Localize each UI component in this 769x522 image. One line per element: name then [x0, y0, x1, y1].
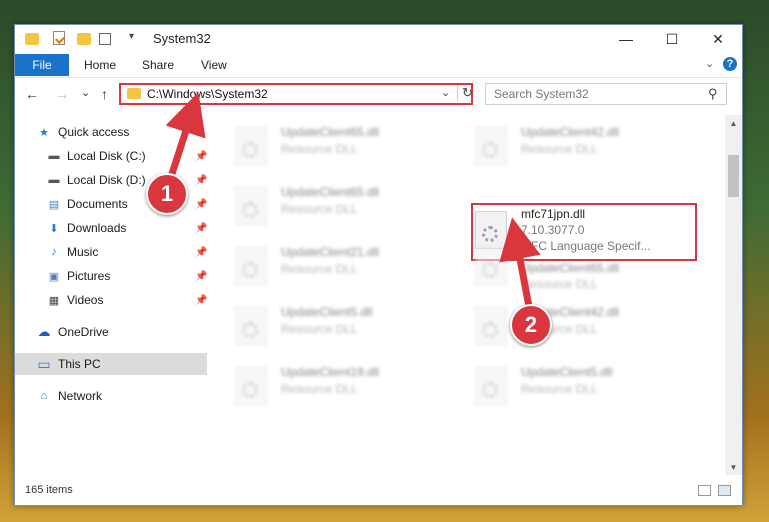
help-icon[interactable]: ? — [723, 57, 737, 71]
large-icons-view-icon[interactable] — [718, 485, 731, 496]
search-placeholder: Search System32 — [494, 87, 589, 101]
pin-icon[interactable]: 📌 — [195, 175, 207, 186]
list-item[interactable]: UpdateClient5.dll Resource DLL — [235, 303, 467, 351]
forward-button[interactable]: → — [55, 86, 69, 102]
tab-view[interactable]: View — [201, 58, 227, 72]
file-explorer-window: ▾ System32 — ☐ ✕ File Home Share View ⌄ … — [14, 24, 743, 506]
pin-icon[interactable]: 📌 — [195, 151, 207, 162]
drive-icon: ▬ — [48, 174, 60, 186]
pin-icon[interactable]: 📌 — [195, 223, 207, 234]
details-view-icon[interactable] — [698, 485, 711, 496]
drive-icon: ▬ — [48, 150, 60, 162]
sidebar-item-network[interactable]: ⌂ Network — [15, 385, 207, 407]
list-item[interactable]: UpdateClient65.dll Resource DLL — [235, 123, 467, 171]
sidebar-item-quick-access[interactable]: ★ Quick access — [15, 121, 207, 143]
network-icon: ⌂ — [40, 390, 48, 402]
dll-file-icon — [475, 247, 507, 285]
customize-toolbar-icon[interactable]: ▾ — [129, 31, 143, 47]
list-item[interactable]: UpdateClient42.dll Resource DLL — [475, 123, 707, 171]
list-item[interactable]: UpdateClient65.dll Resource DLL — [475, 243, 707, 291]
tab-file[interactable]: File — [15, 54, 69, 76]
view-options-icon[interactable] — [99, 31, 119, 47]
navigation-bar: ← → ⌄ ↑ C:\Windows\System32 ⌄ ↻ Search S… — [15, 78, 742, 110]
documents-icon: ▤ — [48, 198, 60, 211]
onedrive-icon: ☁ — [37, 324, 51, 339]
dll-file-icon — [475, 127, 507, 165]
dll-file-icon — [235, 127, 267, 165]
back-button[interactable]: ← — [25, 86, 39, 102]
up-button[interactable]: ↑ — [101, 86, 108, 102]
list-item[interactable]: UpdateClient21.dll Resource DLL — [235, 243, 467, 291]
pictures-icon: ▣ — [48, 270, 60, 283]
sidebar-item-onedrive[interactable]: ☁ OneDrive — [15, 321, 207, 343]
pin-icon[interactable]: 📌 — [195, 271, 207, 282]
ribbon-tabs: File Home Share View ⌄ ? — [15, 53, 742, 78]
dll-file-icon — [475, 307, 507, 345]
sidebar-item-local-disk-c[interactable]: ▬ Local Disk (C:) 📌 — [15, 145, 208, 167]
address-bar[interactable]: C:\Windows\System32 ⌄ ↻ — [119, 83, 473, 105]
sidebar-item-music[interactable]: ♪ Music 📌 — [15, 241, 207, 263]
scroll-thumb[interactable] — [728, 155, 739, 197]
downloads-icon: ⬇ — [49, 222, 59, 235]
close-button[interactable]: ✕ — [695, 25, 741, 53]
address-dropdown-icon[interactable]: ⌄ — [441, 86, 450, 99]
sidebar-item-downloads[interactable]: ⬇ Downloads 📌 — [15, 217, 207, 239]
window-title: System32 — [153, 31, 211, 46]
videos-icon: ▦ — [48, 294, 60, 307]
title-bar: ▾ System32 — ☐ ✕ — [15, 25, 742, 53]
minimize-button[interactable]: — — [603, 25, 649, 53]
search-icon: ⚲ — [708, 86, 718, 101]
properties-icon[interactable] — [53, 31, 67, 47]
dll-file-icon — [235, 307, 267, 345]
callout-2: 2 — [510, 304, 552, 346]
sidebar-item-this-pc[interactable]: ▭ This PC — [15, 353, 207, 375]
navigation-pane: ★ Quick access ▬ Local Disk (C:) 📌 ▬ Loc… — [15, 115, 207, 475]
item-count: 165 items — [25, 484, 73, 496]
folder-icon — [25, 31, 39, 47]
vertical-scrollbar[interactable]: ▲ ▼ — [725, 115, 742, 475]
new-folder-icon[interactable] — [77, 31, 91, 47]
pin-icon[interactable]: 📌 — [195, 295, 207, 306]
file-list: UpdateClient65.dll Resource DLL UpdateCl… — [215, 115, 725, 475]
list-item[interactable]: UpdateClient19.dll Resource DLL — [235, 363, 467, 411]
scroll-down-icon[interactable]: ▼ — [725, 459, 742, 475]
folder-icon — [127, 88, 141, 99]
dll-file-icon — [235, 367, 267, 405]
sidebar-item-pictures[interactable]: ▣ Pictures 📌 — [15, 265, 208, 287]
dll-file-icon — [475, 367, 507, 405]
tab-share[interactable]: Share — [142, 58, 174, 72]
dll-file-icon — [235, 187, 267, 225]
list-item[interactable]: UpdateClient5.dll Resource DLL — [475, 363, 707, 411]
callout-1: 1 — [146, 173, 188, 215]
expand-ribbon-icon[interactable]: ⌄ — [705, 57, 714, 70]
this-pc-icon: ▭ — [37, 355, 51, 372]
dll-file-icon — [235, 247, 267, 285]
list-item[interactable]: UpdateClient65.dll Resource DLL — [235, 183, 467, 231]
address-path: C:\Windows\System32 — [147, 87, 268, 101]
star-icon: ★ — [39, 126, 49, 139]
maximize-button[interactable]: ☐ — [649, 25, 695, 53]
recent-locations-button[interactable]: ⌄ — [81, 86, 90, 99]
pin-icon[interactable]: 📌 — [195, 199, 207, 210]
sidebar-item-videos[interactable]: ▦ Videos 📌 — [15, 289, 208, 311]
pin-icon[interactable]: 📌 — [195, 247, 207, 258]
refresh-icon[interactable]: ↻ — [457, 85, 473, 101]
tab-home[interactable]: Home — [84, 58, 116, 72]
music-icon: ♪ — [51, 246, 57, 258]
status-bar: 165 items — [15, 477, 742, 505]
scroll-up-icon[interactable]: ▲ — [725, 115, 742, 131]
search-input[interactable]: Search System32 ⚲ — [485, 83, 727, 105]
